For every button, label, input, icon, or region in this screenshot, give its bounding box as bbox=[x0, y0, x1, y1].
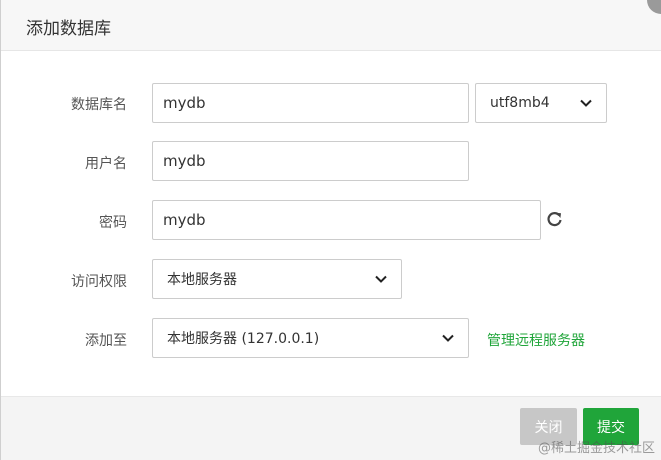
user-input[interactable] bbox=[152, 141, 469, 181]
db-name-input[interactable] bbox=[152, 83, 469, 123]
add-to-select-value: 本地服务器 (127.0.0.1) bbox=[167, 331, 320, 347]
dialog-header: 添加数据库 bbox=[1, 0, 661, 51]
access-label: 访问权限 bbox=[71, 274, 127, 290]
add-to-label: 添加至 bbox=[85, 333, 127, 349]
chevron-down-icon bbox=[375, 275, 387, 283]
password-input[interactable] bbox=[152, 200, 541, 240]
dialog-title: 添加数据库 bbox=[26, 19, 111, 39]
chevron-down-icon bbox=[442, 334, 454, 342]
chevron-down-icon bbox=[580, 99, 592, 107]
access-select-value: 本地服务器 bbox=[167, 272, 237, 288]
dialog-close-corner-icon[interactable] bbox=[647, 0, 661, 14]
charset-select-value: utf8mb4 bbox=[490, 95, 550, 111]
add-database-dialog: 添加数据库 数据库名 utf8mb4 用户名 密码 访问权限 本地服务器 添加至… bbox=[0, 0, 661, 460]
watermark: @稀土掘金技术社区 bbox=[537, 441, 655, 456]
manage-remote-servers-link[interactable]: 管理远程服务器 bbox=[487, 330, 585, 350]
charset-select[interactable]: utf8mb4 bbox=[475, 83, 607, 123]
add-to-select[interactable]: 本地服务器 (127.0.0.1) bbox=[152, 318, 469, 358]
db-name-label: 数据库名 bbox=[71, 97, 127, 113]
user-label: 用户名 bbox=[85, 156, 127, 172]
access-select[interactable]: 本地服务器 bbox=[152, 259, 402, 299]
password-label: 密码 bbox=[99, 215, 127, 231]
dialog-footer: 关闭 提交 @稀土掘金技术社区 bbox=[1, 396, 661, 460]
refresh-icon[interactable] bbox=[546, 211, 563, 228]
